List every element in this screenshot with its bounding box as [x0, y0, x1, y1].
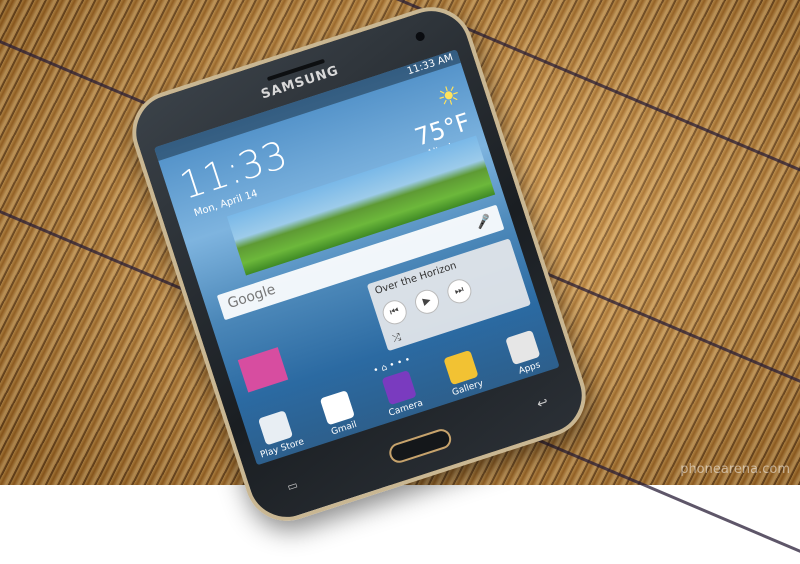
recent-apps-icon[interactable]: ▭ — [286, 478, 300, 494]
dock-app[interactable]: Gmail — [311, 387, 367, 440]
dock-app[interactable]: Gallery — [435, 347, 491, 400]
gallery-icon — [443, 349, 479, 386]
mic-icon[interactable]: 🎤 — [474, 212, 493, 230]
play-store-icon — [257, 410, 294, 446]
home-button[interactable] — [386, 426, 454, 466]
shuffle-icon[interactable]: ⤮ — [391, 332, 402, 345]
dock-app[interactable]: Camera — [373, 367, 429, 420]
previous-icon[interactable]: ⏮ — [379, 297, 410, 328]
apps-grid-icon — [505, 329, 541, 366]
pink-widget-tile — [237, 347, 289, 393]
next-icon[interactable]: ⏭ — [444, 276, 475, 307]
play-icon[interactable]: ▶ — [411, 286, 443, 317]
google-label: Google — [225, 281, 278, 313]
dock-app[interactable]: Play Store — [249, 407, 305, 461]
watermark: phonearena.com — [680, 462, 790, 477]
dock-app[interactable]: Apps — [497, 327, 553, 380]
camera-icon — [381, 369, 417, 406]
gmail-icon — [319, 390, 355, 426]
back-icon[interactable]: ↩ — [535, 395, 550, 413]
